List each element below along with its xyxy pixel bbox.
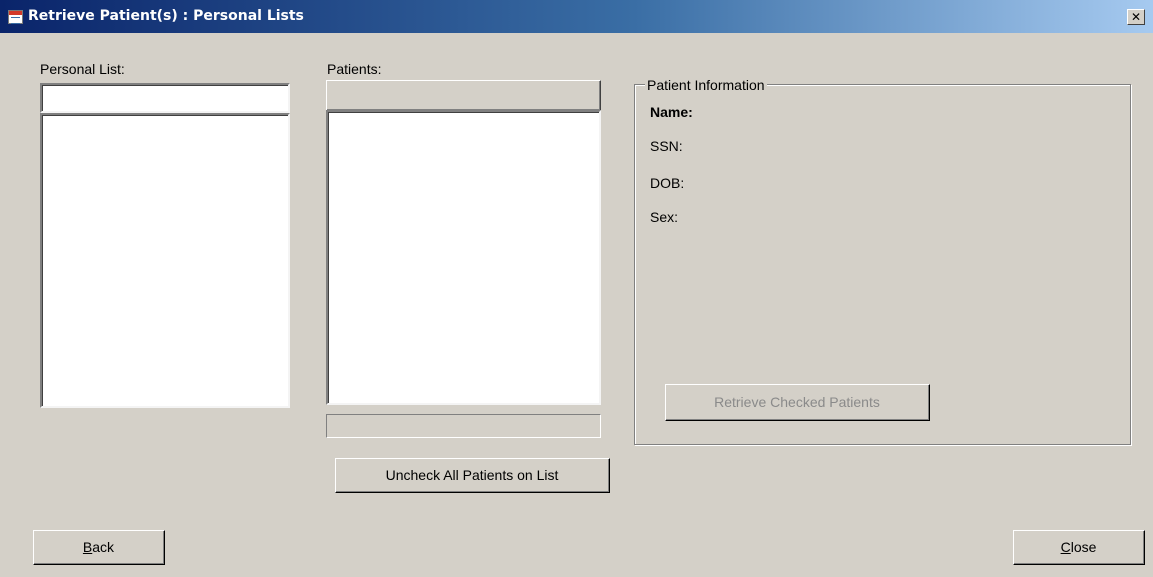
retrieve-checked-label: Retrieve Checked Patients — [714, 394, 880, 410]
patients-status-bar — [326, 414, 601, 438]
personal-list-input[interactable] — [40, 83, 290, 113]
title-bar: Retrieve Patient(s) : Personal Lists ✕ — [0, 0, 1153, 33]
patients-label: Patients: — [327, 61, 382, 77]
close-label-rest: lose — [1070, 539, 1097, 555]
back-accelerator: B — [82, 539, 93, 555]
close-button[interactable]: Close — [1013, 530, 1145, 565]
close-label: Close — [1061, 539, 1097, 555]
window-close-button[interactable]: ✕ — [1127, 9, 1145, 25]
patient-dob-label: DOB: — [650, 175, 685, 191]
app-window-icon — [8, 10, 23, 24]
uncheck-all-button[interactable]: Uncheck All Patients on List — [335, 458, 610, 493]
patient-name-label: Name: — [650, 104, 693, 120]
back-button[interactable]: Back — [33, 530, 165, 565]
close-accelerator: C — [1060, 539, 1071, 555]
retrieve-checked-patients-button[interactable]: Retrieve Checked Patients — [665, 384, 930, 421]
close-icon: ✕ — [1130, 10, 1142, 24]
window-title: Retrieve Patient(s) : Personal Lists — [28, 8, 304, 24]
personal-list-label: Personal List: — [40, 61, 125, 77]
patients-column-header[interactable] — [326, 80, 601, 111]
patient-ssn-label: SSN: — [650, 138, 683, 154]
personal-list-listbox[interactable] — [40, 113, 290, 408]
back-label: Back — [83, 539, 114, 555]
patient-information-title: Patient Information — [645, 77, 767, 93]
patients-listbox[interactable] — [326, 110, 601, 405]
back-label-rest: ack — [92, 539, 115, 555]
patient-sex-label: Sex: — [650, 209, 679, 225]
uncheck-all-label: Uncheck All Patients on List — [385, 467, 559, 483]
